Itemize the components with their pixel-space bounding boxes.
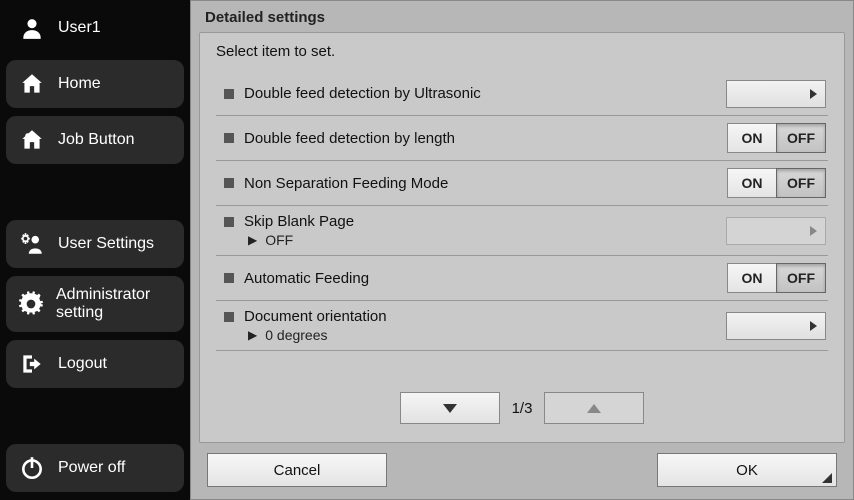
footer: Cancel OK [191,443,853,499]
dropdown-skip-blank [726,217,826,245]
toggle-off-button[interactable]: OFF [776,263,826,293]
sidebar-item-power-off[interactable]: Power off [6,444,184,492]
page-indicator: 1/3 [512,400,533,417]
sidebar-item-user[interactable]: User1 [6,4,184,52]
setting-subvalue: 0 degrees [265,327,327,343]
sidebar-item-admin-setting[interactable]: Administrator setting [6,276,184,332]
main-panel: Detailed settings Select item to set. Do… [190,0,854,500]
bullet-icon [224,273,234,283]
job-button-icon [18,126,46,154]
sub-arrow-icon: ▶ [248,328,257,342]
sidebar-item-home[interactable]: Home [6,60,184,108]
bullet-icon [224,217,234,227]
toggle-off-button[interactable]: OFF [776,123,826,153]
sidebar-item-label: Administrator setting [56,286,172,322]
bullet-icon [224,312,234,322]
home-icon [18,70,46,98]
setting-row-non-separation: Non Separation Feeding Mode ON OFF [216,161,828,206]
ok-button[interactable]: OK [657,453,837,487]
setting-row-auto-feed: Automatic Feeding ON OFF [216,256,828,301]
resize-corner-icon [822,473,832,483]
sidebar-item-label: Home [58,75,101,93]
toggle-auto-feed: ON OFF [727,263,826,293]
toggle-on-button[interactable]: ON [727,123,777,153]
bullet-icon [224,178,234,188]
sidebar-item-label: User1 [58,19,101,37]
sidebar-item-job-button[interactable]: Job Button [6,116,184,164]
setting-row-orientation: Document orientation ▶ 0 degrees [216,301,828,351]
toggle-non-separation: ON OFF [727,168,826,198]
logout-icon [18,350,46,378]
setting-label: Document orientation [244,308,387,325]
toggle-length: ON OFF [727,123,826,153]
sidebar-item-logout[interactable]: Logout [6,340,184,388]
setting-row-ultrasonic: Double feed detection by Ultrasonic [216,72,828,116]
dropdown-ultrasonic[interactable] [726,80,826,108]
sidebar: User1 Home Job Button User Settings Admi… [0,0,190,500]
sidebar-item-label: Job Button [58,131,135,149]
cancel-button[interactable]: Cancel [207,453,387,487]
gear-icon [18,290,44,318]
dropdown-orientation[interactable] [726,312,826,340]
page-title: Detailed settings [191,1,853,32]
page-up-button [544,392,644,424]
setting-label: Skip Blank Page [244,213,354,230]
pager: 1/3 [216,374,828,432]
setting-label: Double feed detection by Ultrasonic [244,85,481,102]
triangle-down-icon [443,404,457,413]
sidebar-item-user-settings[interactable]: User Settings [6,220,184,268]
setting-label: Non Separation Feeding Mode [244,175,448,192]
toggle-on-button[interactable]: ON [727,263,777,293]
triangle-up-icon [587,404,601,413]
user-settings-icon [18,230,46,258]
setting-subvalue: OFF [265,232,293,248]
settings-content: Select item to set. Double feed detectio… [199,32,845,443]
cancel-label: Cancel [274,462,321,479]
sidebar-item-label: User Settings [58,235,154,253]
setting-label: Automatic Feeding [244,270,369,287]
instruction-text: Select item to set. [216,43,828,60]
toggle-on-button[interactable]: ON [727,168,777,198]
chevron-right-icon [810,226,817,236]
sub-arrow-icon: ▶ [248,233,257,247]
bullet-icon [224,133,234,143]
setting-row-length: Double feed detection by length ON OFF [216,116,828,161]
user-icon [18,14,46,42]
setting-row-skip-blank: Skip Blank Page ▶ OFF [216,206,828,256]
toggle-off-button[interactable]: OFF [776,168,826,198]
power-icon [18,454,46,482]
sidebar-item-label: Power off [58,459,125,477]
setting-label: Double feed detection by length [244,130,455,147]
chevron-right-icon [810,321,817,331]
sidebar-item-label: Logout [58,355,107,373]
bullet-icon [224,89,234,99]
ok-label: OK [736,462,758,479]
chevron-right-icon [810,89,817,99]
page-down-button[interactable] [400,392,500,424]
